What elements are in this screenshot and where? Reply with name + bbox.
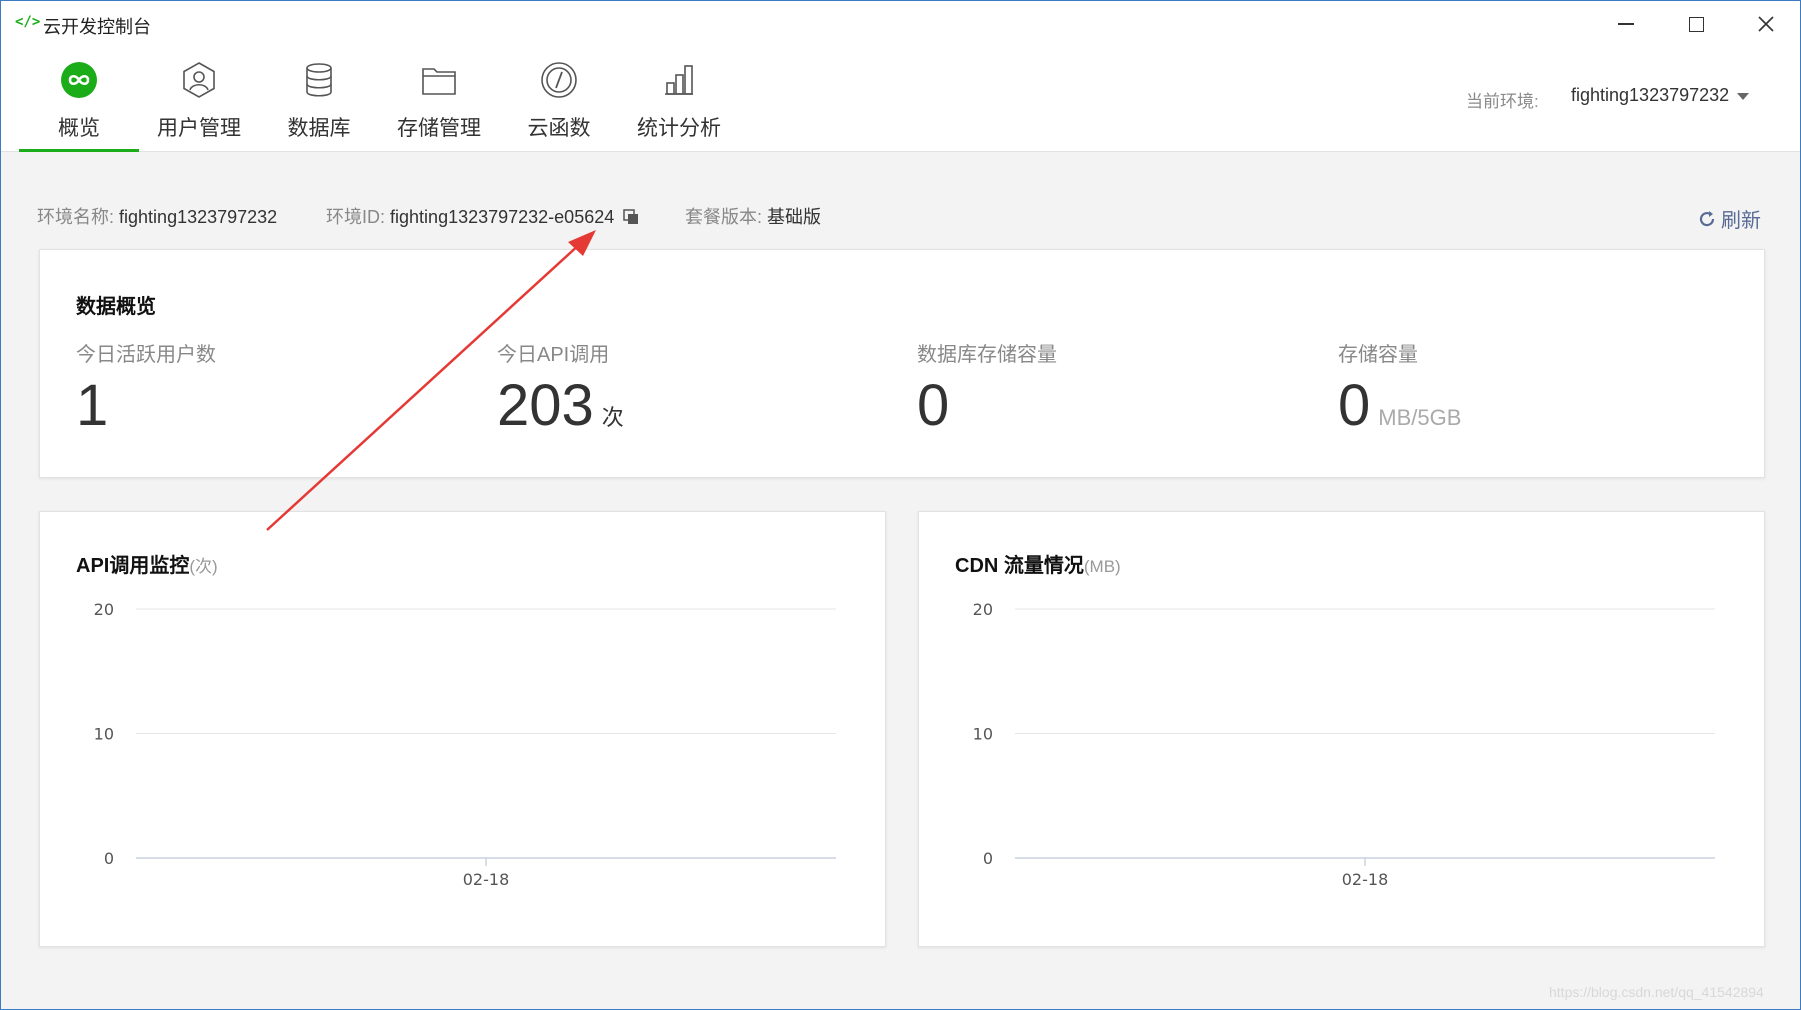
caret-down-icon xyxy=(1737,92,1750,100)
refresh-icon xyxy=(1699,210,1715,226)
y-tick-label: 0 xyxy=(104,849,114,868)
env-id-value: fighting1323797232-e05624 xyxy=(390,207,615,227)
watermark: https://blog.csdn.net/qq_41542894 xyxy=(1549,984,1764,1000)
metric-value: 0 MB/5GB xyxy=(1338,377,1461,435)
y-tick-label: 10 xyxy=(973,725,993,744)
metric-storage: 存储容量 0 MB/5GB xyxy=(1338,338,1461,435)
cdn-chart-title: CDN 流量情况(MB) xyxy=(955,549,1121,578)
env-selector-label: 当前环境: xyxy=(1466,92,1539,111)
metric-label: 今日API调用 xyxy=(497,344,610,366)
plan-value: 基础版 xyxy=(767,207,822,227)
metric-number: 203 xyxy=(497,373,594,438)
api-chart-title: API调用监控(次) xyxy=(76,549,218,578)
api-monitor-card: API调用监控(次) 0 10 20 02-18 xyxy=(39,511,886,947)
data-overview-card: 数据概览 今日活跃用户数 1 今日API调用 203 次 数据库存储容量 0 存储… xyxy=(39,249,1765,478)
maximize-icon xyxy=(1688,16,1704,32)
nav-label: 存储管理 xyxy=(397,117,481,140)
nav-label: 用户管理 xyxy=(157,117,241,140)
env-name-label: 环境名称: xyxy=(37,207,115,227)
env-name-value: fighting1323797232 xyxy=(119,207,278,227)
copy-icon[interactable] xyxy=(623,209,639,225)
close-icon xyxy=(1758,16,1774,32)
env-id-label: 环境ID: xyxy=(326,207,386,227)
folder-icon xyxy=(422,68,456,95)
api-chart-title-text: API调用监控 xyxy=(76,555,190,577)
metric-number: 1 xyxy=(76,373,109,438)
refresh-button[interactable]: 刷新 xyxy=(1697,204,1761,233)
metric-active-users: 今日活跃用户数 1 xyxy=(76,338,216,435)
infinity-icon xyxy=(61,62,97,98)
nav-item-storage[interactable]: 存储管理 xyxy=(379,47,499,152)
maximize-button[interactable] xyxy=(1661,1,1731,47)
env-name-info: 环境名称: fighting1323797232 xyxy=(37,203,277,229)
x-tick-label: 02-18 xyxy=(463,870,510,889)
metric-db-storage: 数据库存储容量 0 xyxy=(917,338,1057,435)
window-title: 云开发控制台 xyxy=(43,17,151,37)
nav-item-functions[interactable]: 云函数 xyxy=(499,47,619,152)
metric-label: 数据库存储容量 xyxy=(917,344,1057,366)
minimize-button[interactable] xyxy=(1591,1,1661,47)
api-chart-unit: (次) xyxy=(189,557,218,576)
cdn-traffic-card: CDN 流量情况(MB) 0 10 20 02-18 xyxy=(918,511,1765,947)
nav-label: 概览 xyxy=(58,117,100,140)
metric-unit: MB/5GB xyxy=(1378,405,1462,430)
x-tick-label: 02-18 xyxy=(1342,870,1389,889)
database-icon xyxy=(306,63,332,97)
function-icon xyxy=(541,62,577,98)
nav-label: 统计分析 xyxy=(637,117,721,140)
env-selector[interactable]: fighting1323797232 xyxy=(1571,85,1750,106)
metric-value: 0 xyxy=(917,377,1057,435)
y-tick-label: 0 xyxy=(983,849,993,868)
metric-value: 203 次 xyxy=(497,377,624,435)
refresh-label: 刷新 xyxy=(1721,210,1761,232)
metric-label: 今日活跃用户数 xyxy=(76,344,216,366)
env-selector-value: fighting1323797232 xyxy=(1571,85,1730,105)
plan-label: 套餐版本: xyxy=(685,207,763,227)
overview-title: 数据概览 xyxy=(76,296,156,318)
nav-item-users[interactable]: 用户管理 xyxy=(139,47,259,152)
top-nav: 概览 用户管理 数据库 存储管理 云函数 统计分析 当前环境: fighting… xyxy=(1,47,1800,152)
nav-item-overview[interactable]: 概览 xyxy=(19,47,139,152)
metric-unit: 次 xyxy=(601,405,624,430)
metric-api-calls: 今日API调用 203 次 xyxy=(497,338,624,435)
nav-item-analytics[interactable]: 统计分析 xyxy=(619,47,739,152)
close-button[interactable] xyxy=(1731,1,1801,47)
app-window: </> 云开发控制台 概览 用户管理 数据库 存储管理 云函数 统计分析 当前环… xyxy=(0,0,1801,1010)
nav-item-database[interactable]: 数据库 xyxy=(259,47,379,152)
metric-number: 0 xyxy=(1338,373,1371,438)
metric-value: 1 xyxy=(76,377,216,435)
y-tick-label: 20 xyxy=(973,600,993,619)
nav-label: 数据库 xyxy=(287,117,351,140)
cdn-chart-unit: (MB) xyxy=(1083,557,1121,576)
cdn-chart-title-text: CDN 流量情况 xyxy=(955,555,1084,577)
y-tick-label: 10 xyxy=(94,725,114,744)
plan-info: 套餐版本: 基础版 xyxy=(685,203,821,229)
metric-number: 0 xyxy=(917,373,950,438)
metric-label: 存储容量 xyxy=(1338,344,1418,366)
active-tab-indicator xyxy=(19,149,139,152)
env-id-info: 环境ID: fighting1323797232-e05624 xyxy=(326,203,639,229)
user-icon xyxy=(183,62,215,98)
minimize-icon xyxy=(1618,23,1634,25)
title-bar: </> 云开发控制台 xyxy=(1,1,1800,47)
nav-label: 云函数 xyxy=(527,117,591,140)
y-tick-label: 20 xyxy=(94,600,114,619)
bar-chart-icon xyxy=(665,65,693,95)
code-brackets-icon: </> xyxy=(15,14,41,30)
